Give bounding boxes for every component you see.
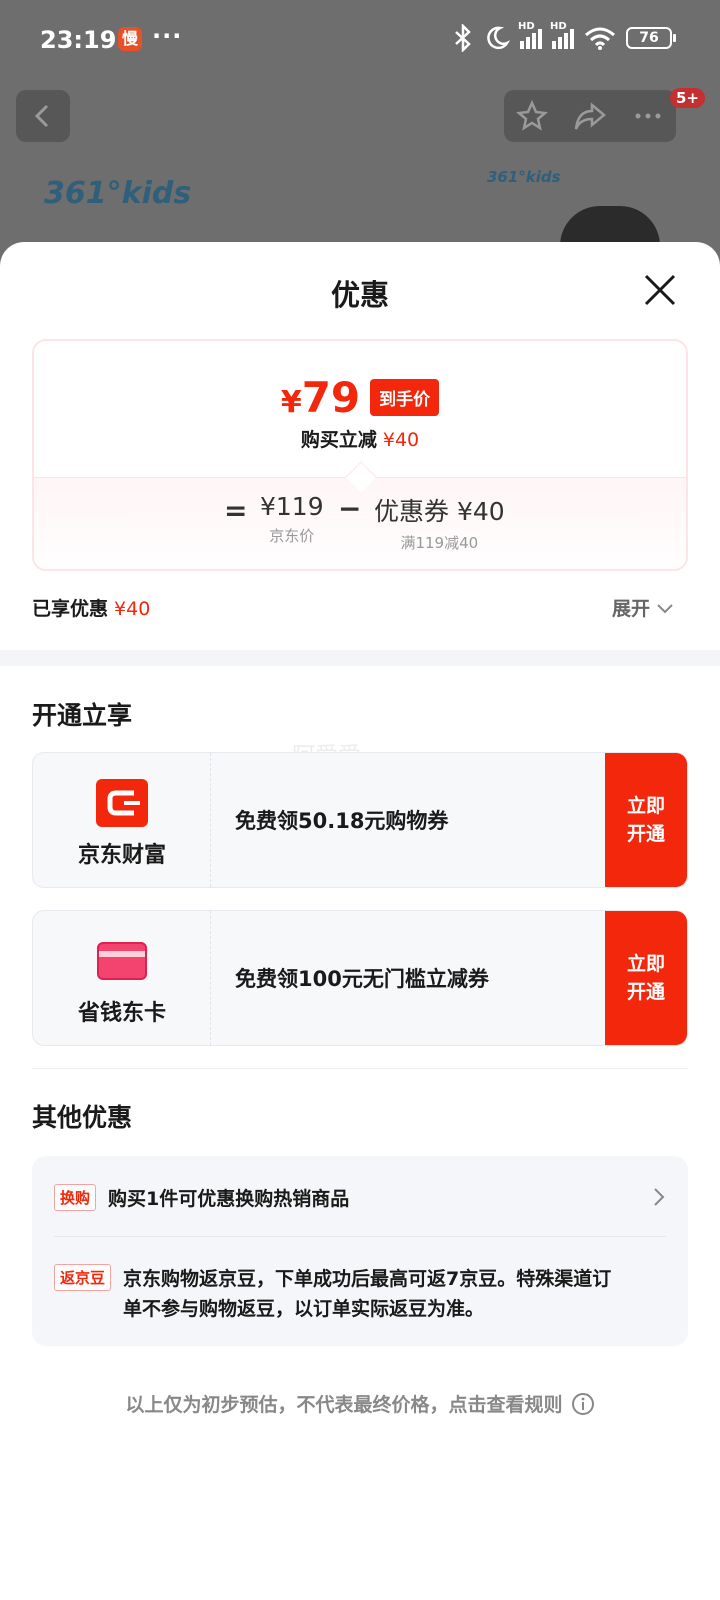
jd-price: ¥119 (260, 492, 324, 521)
brand-logo-small: 361°kids (487, 168, 561, 186)
message-count-badge: 5+ (670, 88, 706, 108)
activate-button[interactable]: 立即开通 (605, 753, 687, 887)
coupon-value: 优惠券 ¥40 (374, 497, 505, 526)
promo-card-savings-card[interactable]: 省钱东卡 免费领100元无门槛立减券 立即开通 (32, 910, 688, 1046)
jd-price-column: ¥119 京东价 (260, 492, 324, 546)
discount-summary: 购买立减 ¥40 (300, 429, 420, 451)
jd-beans-row: 返京豆 京东购物返京豆，下单成功后最高可返7京豆。特殊渠道订单不参与购物返豆，以… (54, 1264, 614, 1324)
section-divider (0, 650, 720, 666)
info-icon (571, 1392, 594, 1415)
divider-line (54, 1236, 666, 1237)
exchange-text: 购买1件可优惠换购热销商品 (108, 1187, 350, 1210)
final-price: ¥ 79 (280, 373, 361, 422)
footer-note[interactable]: 以上仅为初步预估，不代表最终价格，点击查看规则 (0, 1390, 720, 1417)
promo-text: 免费领50.18元购物券 (235, 809, 449, 833)
bluetooth-icon (455, 24, 471, 52)
savings-card-icon (97, 942, 147, 980)
jd-finance-icon (96, 779, 148, 827)
chevron-left-icon (34, 104, 49, 128)
final-price-tag: 到手价 (370, 379, 440, 416)
jd-beans-text: 京东购物返京豆，下单成功后最高可返7京豆。特殊渠道订单不参与购物返豆，以订单实际… (123, 1268, 612, 1320)
signal-1-icon: HD (518, 21, 542, 49)
close-icon (644, 274, 676, 306)
more-icon[interactable] (631, 99, 665, 133)
other-section-title: 其他优惠 (32, 1103, 133, 1132)
other-discounts-box: 换购 购买1件可优惠换购热销商品 返京豆 京东购物返京豆，下单成功后最高可返7京… (32, 1156, 688, 1346)
share-icon[interactable] (572, 99, 608, 133)
more-notifications-icon: ··· (152, 22, 183, 50)
exchange-purchase-row[interactable]: 换购 购买1件可优惠换购热销商品 (54, 1182, 666, 1212)
enjoyed-discount: 已享优惠 ¥40 (32, 598, 151, 620)
coupon-rule: 满119减40 (400, 534, 479, 552)
back-button[interactable] (16, 90, 70, 142)
moon-icon (487, 26, 510, 50)
status-bar: 23:19 慢 ··· HD HD 76 (0, 0, 720, 84)
coupon-column: 优惠券 ¥40 满119减40 (374, 492, 505, 553)
jd-beans-tag: 返京豆 (54, 1264, 112, 1291)
activate-button[interactable]: 立即开通 (605, 911, 687, 1045)
chevron-right-icon (654, 1188, 665, 1206)
open-section-title: 开通立享 (32, 701, 133, 730)
promo-text: 免费领100元无门槛立减券 (235, 967, 489, 991)
promo-card-jd-finance[interactable]: 京东财富 免费领50.18元购物券 立即开通 (32, 752, 688, 888)
top-actions-bar (504, 90, 676, 142)
sheet-title: 优惠 (330, 278, 389, 312)
star-icon[interactable] (515, 99, 549, 133)
app-notification-icon: 慢 (118, 27, 142, 51)
footer-note-text: 以上仅为初步预估，不代表最终价格，点击查看规则 (125, 1394, 563, 1416)
status-time: 23:19 (40, 26, 117, 54)
minus-sign: − (338, 492, 362, 525)
brand-logo: 361°kids (44, 176, 192, 211)
jd-price-label: 京东价 (269, 527, 315, 545)
battery-icon: 76 (626, 27, 676, 49)
status-icons: HD HD 76 (452, 21, 676, 52)
equals-sign: = (224, 494, 248, 527)
wifi-icon (585, 27, 615, 50)
divider-line (32, 1068, 688, 1069)
chevron-down-icon (657, 603, 673, 613)
signal-2-icon: HD (550, 21, 574, 49)
promo-name: 京东财富 (77, 843, 166, 868)
price-breakdown-card: ¥ 79 到手价 购买立减 ¥40 = ¥119 京东价 − 优惠券 ¥40 满1… (32, 339, 688, 571)
close-button[interactable] (640, 270, 680, 310)
promo-name: 省钱东卡 (77, 1001, 166, 1026)
discount-sheet: 优惠 ¥ 79 到手价 购买立减 ¥40 = ¥119 京东价 − 优惠券 ¥4… (0, 242, 720, 1600)
expand-button[interactable]: 展开 (612, 594, 674, 621)
exchange-tag: 换购 (54, 1183, 97, 1211)
